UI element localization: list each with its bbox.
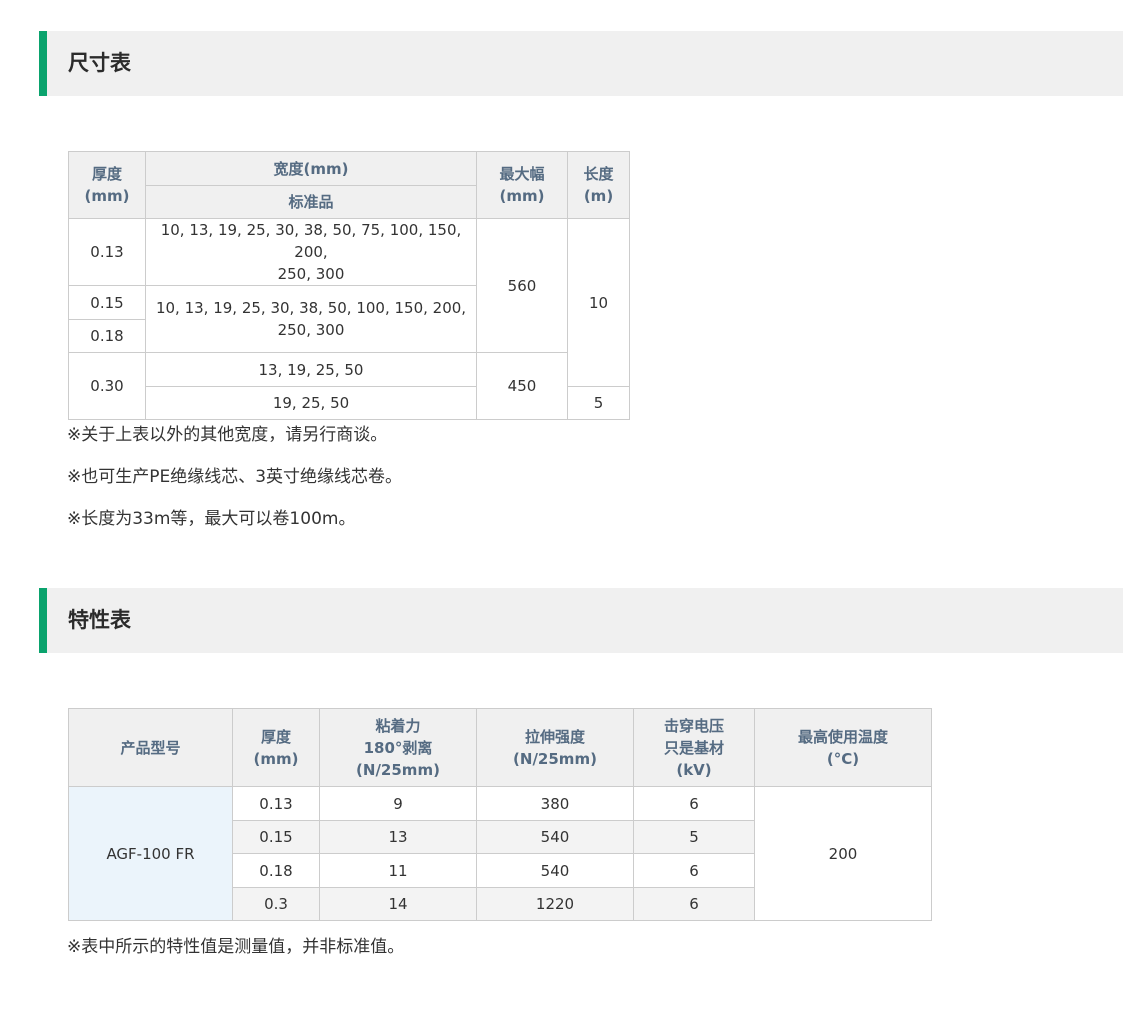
max-width-header: 最大幅 (mm) (476, 151, 568, 219)
size-note: ※也可生产PE绝缘线芯、3英寸绝缘线芯卷。 (67, 467, 403, 487)
thickness-cell: 0.18 (232, 853, 320, 888)
props-section-title: 特性表 (68, 608, 131, 632)
thickness-header: 厚度 (mm) (232, 708, 320, 787)
breakdown-cell: 6 (633, 853, 755, 888)
adhesion-cell: 13 (319, 820, 477, 854)
thickness-cell: 0.3 (232, 887, 320, 921)
breakdown-cell: 5 (633, 820, 755, 854)
props-note: ※表中所示的特性值是测量值，并非标准值。 (67, 937, 405, 957)
length-cell: 10 (567, 218, 630, 387)
width-cell: 19, 25, 50 (145, 386, 477, 420)
size-note: ※关于上表以外的其他宽度，请另行商谈。 (67, 425, 388, 445)
model-cell: AGF-100 FR (68, 786, 233, 921)
table-row: 0.13 10, 13, 19, 25, 30, 38, 50, 75, 100… (68, 218, 630, 387)
table-header-row: 产品型号 厚度 (mm) 粘着力 180°剥离 (N/25mm) 拉伸强度 (N… (68, 708, 932, 787)
tensile-cell: 540 (476, 820, 634, 854)
tensile-header: 拉伸强度 (N/25mm) (476, 708, 634, 787)
thickness-cell: 0.30 (68, 352, 146, 420)
breakdown-cell: 6 (633, 887, 755, 921)
length-cell: 5 (567, 386, 630, 420)
adhesion-header: 粘着力 180°剥离 (N/25mm) (319, 708, 477, 787)
max-temp-header: 最高使用温度 (°C) (754, 708, 932, 787)
thickness-cell: 0.13 (232, 786, 320, 821)
table-row: AGF-100 FR 0.13 9 380 6 200 (68, 786, 932, 921)
width-cell: 13, 19, 25, 50 (145, 352, 477, 387)
width-header: 宽度(mm) (145, 151, 477, 186)
adhesion-cell: 14 (319, 887, 477, 921)
thickness-cell: 0.15 (232, 820, 320, 854)
length-header: 长度 (m) (567, 151, 630, 219)
width-cell: 10, 13, 19, 25, 30, 38, 50, 75, 100, 150… (145, 218, 477, 286)
width-cell: 10, 13, 19, 25, 30, 38, 50, 100, 150, 20… (145, 285, 477, 353)
max-width-cell: 450 (476, 352, 568, 420)
size-table: 厚度 (mm) 宽度(mm) 最大幅 (mm) 长度 (m) 标准品 0.13 … (68, 151, 630, 420)
properties-table: 产品型号 厚度 (mm) 粘着力 180°剥离 (N/25mm) 拉伸强度 (N… (68, 708, 932, 921)
table-header-row: 厚度 (mm) 宽度(mm) 最大幅 (mm) 长度 (m) (68, 151, 630, 219)
thickness-cell: 0.15 (68, 285, 146, 320)
adhesion-cell: 9 (319, 786, 477, 821)
props-section-header: 特性表 (39, 588, 1123, 653)
adhesion-cell: 11 (319, 853, 477, 888)
thickness-cell: 0.18 (68, 319, 146, 353)
tensile-cell: 1220 (476, 887, 634, 921)
size-note: ※长度为33m等，最大可以卷100m。 (67, 509, 356, 529)
table-row: 0.30 13, 19, 25, 50 450 (68, 352, 630, 420)
tensile-cell: 380 (476, 786, 634, 821)
thickness-header: 厚度 (mm) (68, 151, 146, 219)
max-width-cell: 560 (476, 218, 568, 353)
tensile-cell: 540 (476, 853, 634, 888)
standard-header: 标准品 (145, 185, 477, 219)
model-header: 产品型号 (68, 708, 233, 787)
thickness-cell: 0.13 (68, 218, 146, 286)
breakdown-cell: 6 (633, 786, 755, 821)
max-temp-cell: 200 (754, 786, 932, 921)
size-section-title: 尺寸表 (68, 51, 131, 75)
breakdown-header: 击穿电压 只是基材 (kV) (633, 708, 755, 787)
size-section-header: 尺寸表 (39, 31, 1123, 96)
